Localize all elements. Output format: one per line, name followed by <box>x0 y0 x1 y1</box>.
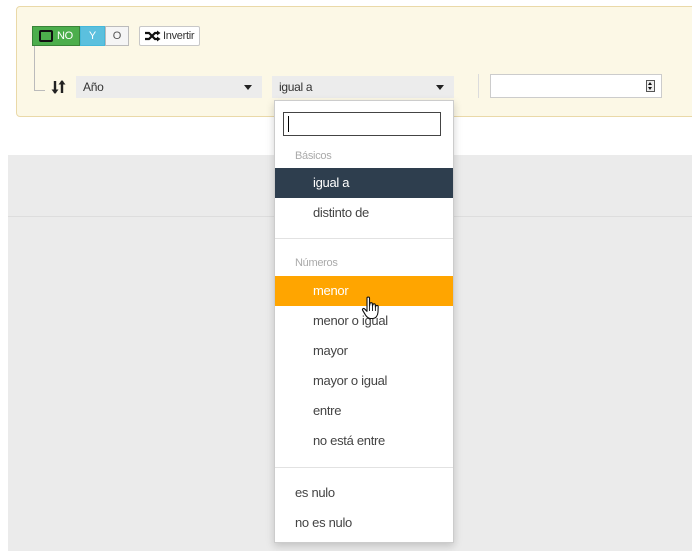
group-separator <box>275 238 453 239</box>
sort-arrows-icon[interactable] <box>50 76 68 98</box>
group-header-numbers: Números <box>295 257 338 269</box>
chevron-down-icon <box>436 85 444 90</box>
operator-select-value: igual a <box>279 80 313 94</box>
option-entre[interactable]: entre <box>275 396 453 426</box>
hand-pointer-icon <box>361 296 379 320</box>
chevron-down-icon <box>244 85 252 90</box>
checkbox-icon <box>39 30 53 42</box>
operator-select[interactable]: igual a <box>272 76 454 98</box>
invert-button[interactable]: Invertir <box>139 26 201 46</box>
and-button[interactable]: Y <box>79 26 105 46</box>
operator-dropdown: Básicos igual a distinto de Números meno… <box>274 100 454 543</box>
group-separator <box>275 467 453 468</box>
dropdown-search-input[interactable] <box>283 112 441 136</box>
shuffle-icon <box>145 30 161 42</box>
field-select[interactable]: Año <box>76 76 262 98</box>
text-caret <box>288 116 289 132</box>
group-header-basic: Básicos <box>295 150 332 162</box>
page-edge <box>0 155 8 551</box>
option-mayor-o-igual[interactable]: mayor o igual <box>275 366 453 396</box>
invert-label: Invertir <box>163 30 195 42</box>
option-distinto-de[interactable]: distinto de <box>275 198 453 228</box>
option-mayor[interactable]: mayor <box>275 336 453 366</box>
option-es-nulo[interactable]: es nulo <box>275 478 453 508</box>
rule-connector-line <box>34 46 45 91</box>
not-label: NO <box>57 30 73 42</box>
condition-toggle-group: NO Y O <box>32 26 129 46</box>
option-no-es-nulo[interactable]: no es nulo <box>275 508 453 538</box>
not-toggle-button[interactable]: NO <box>32 26 80 46</box>
value-divider <box>478 74 479 98</box>
and-label: Y <box>88 30 96 42</box>
field-select-value: Año <box>83 80 104 94</box>
value-number-input[interactable] <box>490 74 662 98</box>
or-label: O <box>112 30 122 42</box>
or-button[interactable]: O <box>104 26 129 46</box>
option-no-esta-entre[interactable]: no está entre <box>275 426 453 456</box>
spinner-icon[interactable] <box>646 80 655 92</box>
option-igual-a[interactable]: igual a <box>275 168 453 198</box>
